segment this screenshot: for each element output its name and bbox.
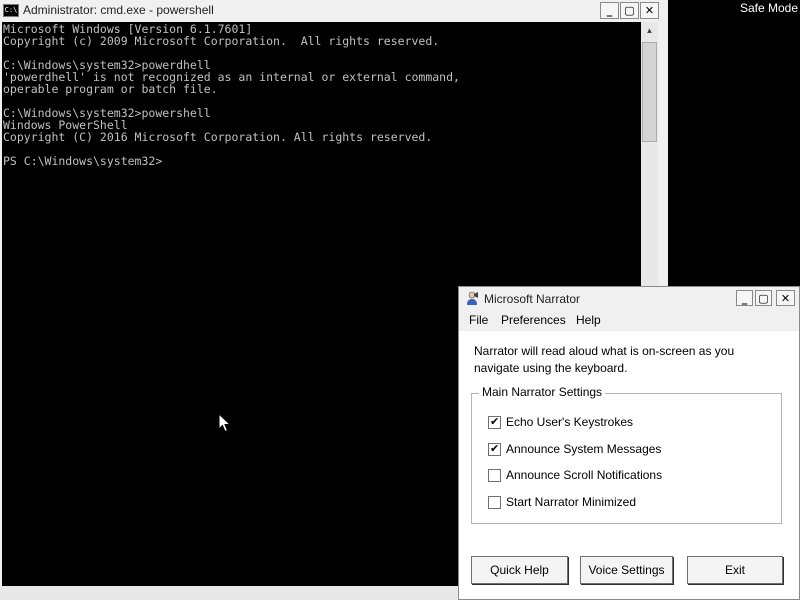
menu-preferences[interactable]: Preferences bbox=[501, 313, 566, 327]
restore-button[interactable]: ▢ bbox=[620, 2, 639, 19]
close-button[interactable]: ✕ bbox=[640, 2, 659, 19]
menu-file[interactable]: File bbox=[469, 313, 488, 327]
narrator-icon bbox=[467, 291, 478, 305]
checkmark-icon: ✔ bbox=[490, 415, 500, 428]
mouse-cursor-icon bbox=[218, 413, 231, 433]
quick-help-button[interactable]: Quick Help bbox=[471, 556, 568, 584]
narrator-window-title: Microsoft Narrator bbox=[484, 292, 581, 306]
console-text: Microsoft Windows [Version 6.1.7601] Cop… bbox=[3, 22, 460, 168]
menu-bar: File Preferences Help bbox=[459, 309, 799, 331]
announce-system-messages-label: Announce System Messages bbox=[506, 442, 662, 456]
narrator-window[interactable]: Microsoft Narrator _ ▢ ✕ File Preference… bbox=[458, 286, 800, 600]
scrollbar-thumb[interactable] bbox=[642, 42, 657, 142]
checkmark-icon: ✔ bbox=[490, 442, 500, 455]
exit-button[interactable]: Exit bbox=[687, 556, 783, 584]
minimize-button[interactable]: _ bbox=[600, 2, 619, 19]
narrator-description: Narrator will read aloud what is on-scre… bbox=[474, 344, 735, 375]
settings-group-label: Main Narrator Settings bbox=[479, 385, 606, 399]
echo-keystrokes-label: Echo User's Keystrokes bbox=[506, 415, 634, 429]
start-minimized-label: Start Narrator Minimized bbox=[506, 495, 637, 509]
announce-scroll-notifications-label: Announce Scroll Notifications bbox=[506, 468, 663, 482]
maximize-button[interactable]: ▢ bbox=[755, 290, 772, 306]
echo-keystrokes-checkbox[interactable]: ✔ bbox=[488, 415, 501, 429]
announce-system-messages-checkbox[interactable]: ✔ bbox=[488, 442, 501, 456]
cmd-titlebar[interactable]: C:\ Administrator: cmd.exe - powershell … bbox=[0, 0, 668, 22]
minimize-button[interactable]: _ bbox=[736, 290, 753, 306]
menu-help[interactable]: Help bbox=[576, 313, 601, 327]
voice-settings-button[interactable]: Voice Settings bbox=[580, 556, 673, 584]
scroll-up-icon[interactable]: ▲ bbox=[641, 22, 658, 39]
close-button[interactable]: ✕ bbox=[776, 290, 795, 306]
announce-scroll-notifications-checkbox[interactable] bbox=[488, 469, 501, 482]
cmd-window-title: Administrator: cmd.exe - powershell bbox=[23, 3, 214, 17]
command-prompt-icon: C:\ bbox=[3, 4, 19, 17]
safe-mode-label: Safe Mode bbox=[739, 1, 798, 15]
start-minimized-checkbox[interactable] bbox=[488, 496, 501, 509]
narrator-titlebar[interactable]: Microsoft Narrator _ ▢ ✕ bbox=[459, 287, 799, 309]
settings-group: Main Narrator Settings ✔ Echo User's Key… bbox=[471, 385, 782, 524]
